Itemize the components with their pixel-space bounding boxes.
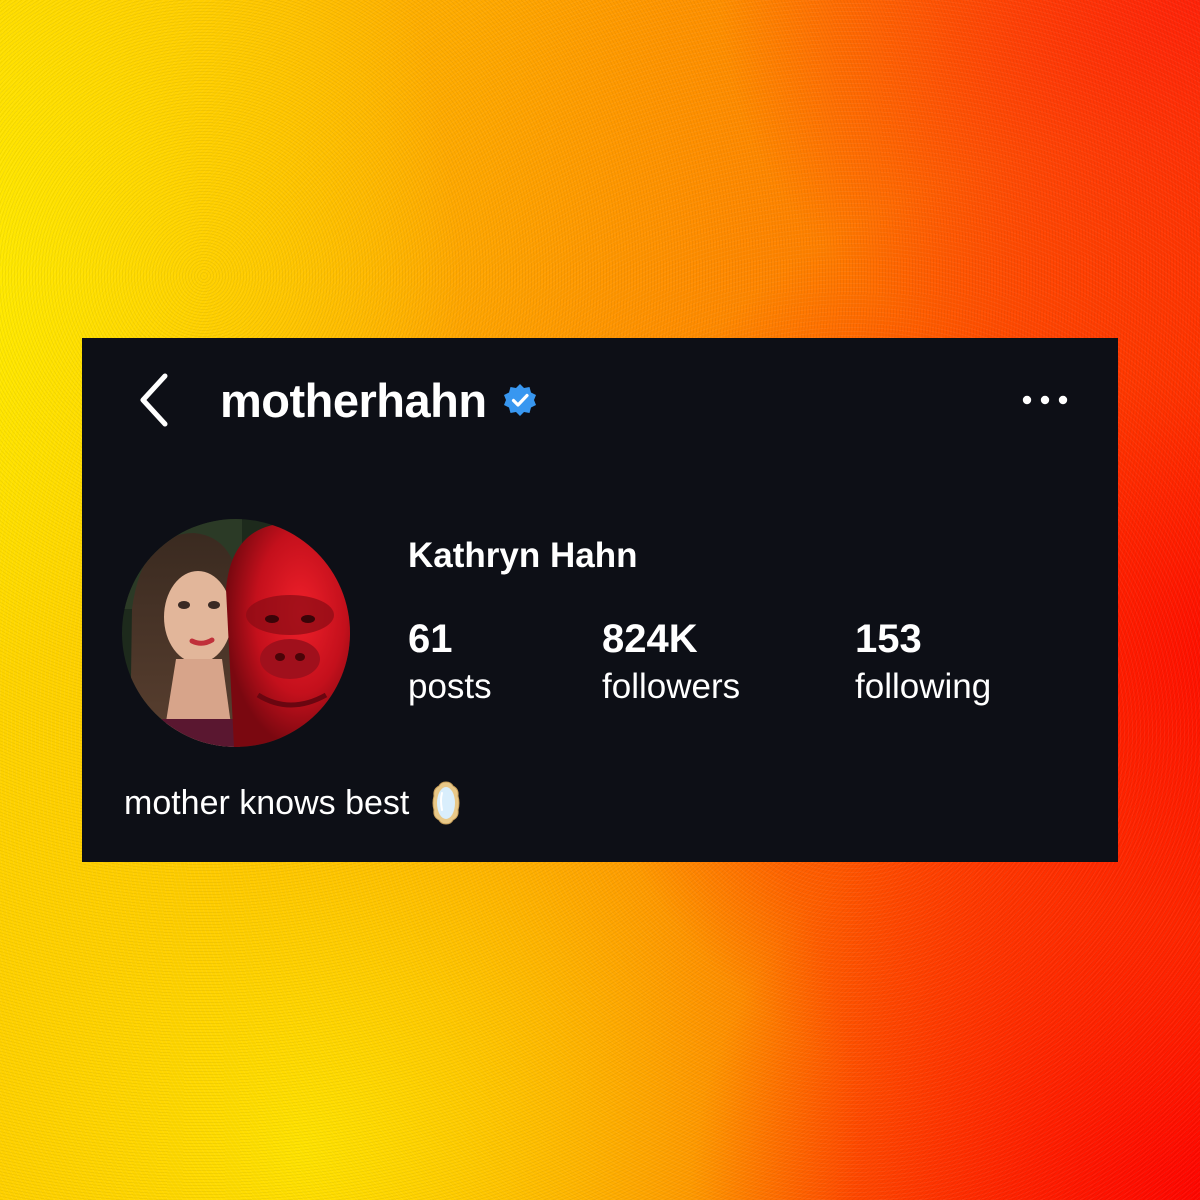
bio-text: mother knows best [124,783,410,822]
posts-count: 61 [408,617,453,661]
avatar[interactable] [122,519,350,747]
verified-badge-icon [503,383,537,417]
bio: mother knows best [124,778,461,828]
more-options-button[interactable] [1018,382,1072,418]
followers-stat[interactable]: 824K followers [602,616,740,710]
following-stat[interactable]: 153 following [855,616,991,710]
back-button[interactable] [130,372,178,428]
profile-header-card: motherhahn Kathryn Hahn 61 posts 824K fo… [82,338,1118,862]
display-name: Kathryn Hahn [408,536,638,575]
following-label: following [855,667,992,706]
following-count: 153 [855,617,922,661]
posts-label: posts [408,667,492,706]
chevron-left-icon [140,373,168,427]
username: motherhahn [220,373,487,427]
username-header: motherhahn [220,370,537,430]
more-horizontal-icon [1022,395,1068,405]
posts-stat[interactable]: 61 posts [408,616,492,710]
followers-label: followers [602,667,741,706]
followers-count: 824K [602,617,698,661]
mirror-emoji-icon [431,780,461,826]
profile-photo [122,519,350,747]
